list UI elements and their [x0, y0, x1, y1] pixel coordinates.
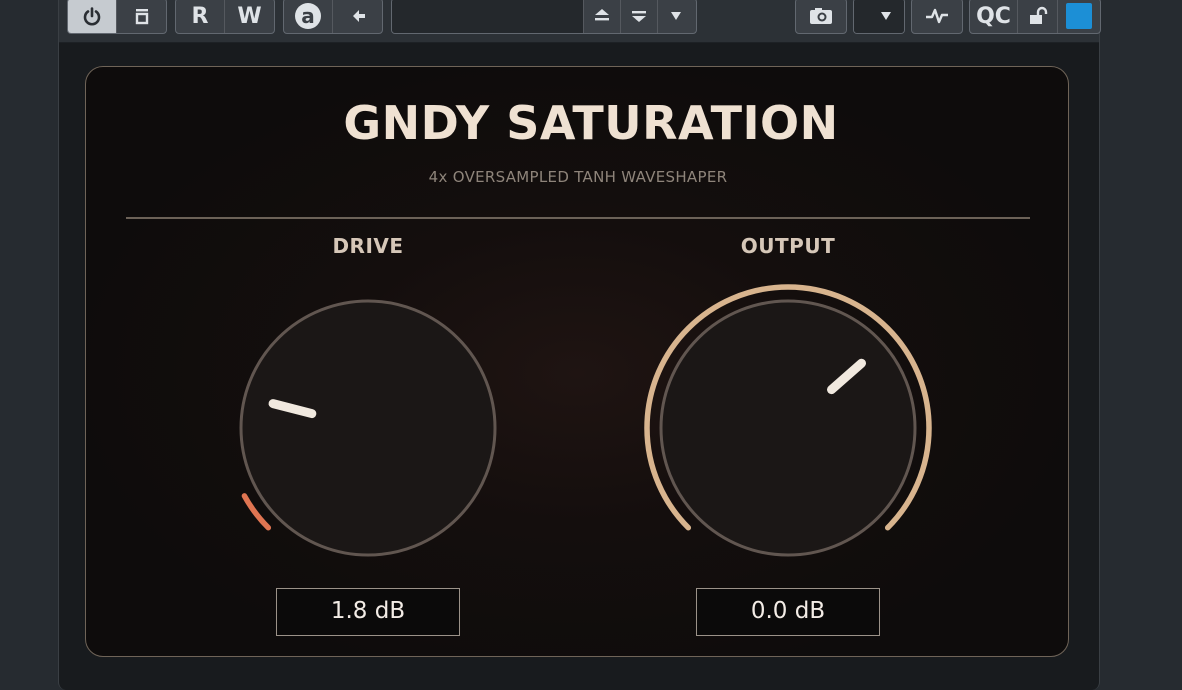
preset-next-button[interactable]: [621, 0, 658, 33]
preset-selector: [391, 0, 697, 34]
plugin-toolbar: R W a QC: [59, 0, 1101, 43]
snapshot-button[interactable]: [796, 0, 846, 33]
chevron-down-icon: [881, 12, 891, 20]
plugin-subtitle: 4x OVERSAMPLED TANH WAVESHAPER: [428, 168, 728, 186]
title-divider: [126, 217, 1030, 219]
options-dropdown: [853, 0, 905, 34]
preset-prev-button[interactable]: [584, 0, 621, 33]
compare-group: a: [283, 0, 383, 34]
drive-value-display[interactable]: 1.8 dB: [276, 588, 460, 636]
color-button[interactable]: [1058, 0, 1100, 33]
power-icon: [83, 7, 101, 26]
drive-knob-body: [239, 299, 497, 557]
write-automation-button[interactable]: W: [225, 0, 274, 33]
activity-button[interactable]: [912, 0, 962, 33]
preset-name-field[interactable]: [392, 0, 584, 33]
back-button[interactable]: [333, 0, 382, 33]
output-knob-body: [659, 299, 917, 557]
read-automation-button[interactable]: R: [176, 0, 225, 33]
output-knob[interactable]: [638, 278, 938, 578]
bypass-button[interactable]: [117, 0, 166, 33]
qc-group: QC: [969, 0, 1101, 34]
unlock-icon: [1029, 6, 1047, 24]
chevron-down-icon: [671, 12, 681, 20]
snapshot-group: [795, 0, 847, 34]
activity-group: [911, 0, 963, 34]
a-circle-icon: a: [295, 3, 321, 29]
qc-button[interactable]: QC: [970, 0, 1018, 33]
options-dropdown-button[interactable]: [854, 0, 904, 33]
preset-menu-button[interactable]: [658, 0, 694, 33]
power-button[interactable]: [68, 0, 117, 33]
bypass-icon: [135, 9, 148, 25]
color-swatch: [1066, 3, 1092, 29]
output-label: OUTPUT: [740, 234, 836, 258]
output-value-display[interactable]: 0.0 dB: [696, 588, 880, 636]
automation-rw-group: R W: [175, 0, 275, 34]
arrow-left-icon: [352, 10, 365, 22]
power-group: [67, 0, 167, 34]
auto-button[interactable]: a: [284, 0, 333, 33]
drive-knob[interactable]: [218, 278, 518, 578]
plugin-title: GNDY SATURATION: [343, 96, 839, 150]
triangle-down-icon: [632, 11, 646, 22]
drive-label: DRIVE: [332, 234, 404, 258]
lock-button[interactable]: [1018, 0, 1058, 33]
camera-icon: [810, 8, 832, 24]
triangle-up-icon: [595, 9, 609, 21]
activity-icon: [926, 8, 948, 24]
